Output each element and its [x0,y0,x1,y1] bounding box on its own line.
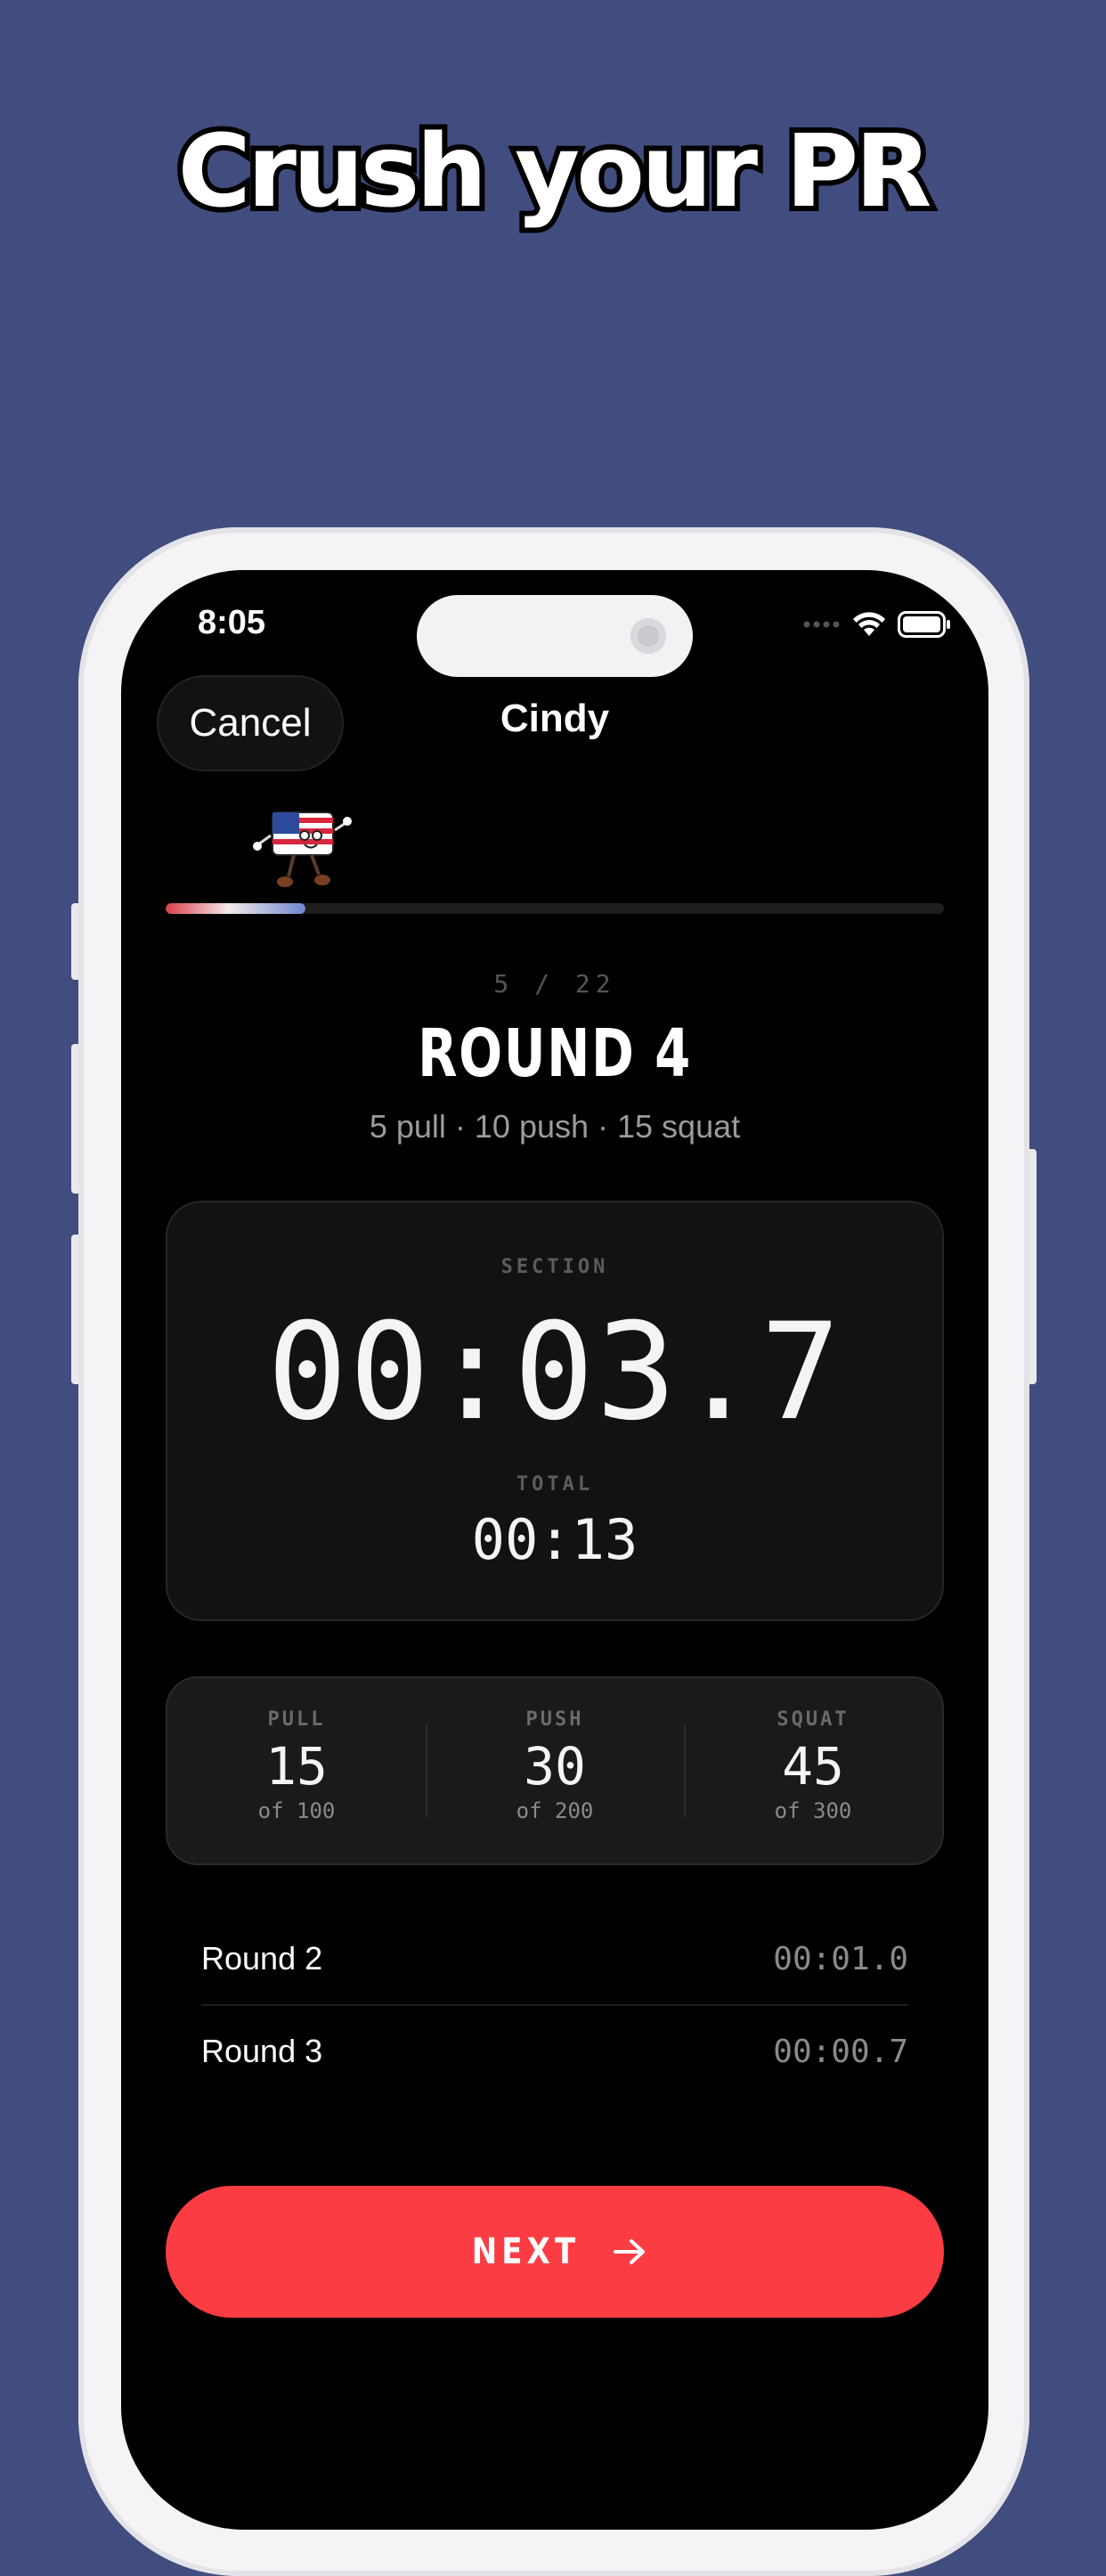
timer-card: SECTION 00:03.7 TOTAL 00:13 [166,1201,944,1621]
round-subtitle: 5 pull · 10 push · 15 squat [369,1108,741,1145]
round-time: 00:01.0 [773,1940,908,1977]
dynamic-island [417,595,693,677]
rep-counter-squat[interactable]: SQUAT 45 of 300 [684,1678,942,1863]
section-label: SECTION [500,1256,609,1278]
cellular-signal-icon [803,621,840,628]
rep-value: 15 [265,1736,328,1797]
next-button-label: NEXT [471,2231,580,2272]
step-counter: 5 / 22 [493,969,616,999]
workout-title: Cindy [500,697,610,740]
camera-icon [630,618,666,654]
status-time: 8:05 [198,604,266,641]
total-label: TOTAL [516,1473,594,1496]
flag-mascot-icon [253,811,352,887]
round-title: ROUND 4 [418,1015,692,1092]
list-item: Round 2 00:01.0 [201,1913,908,2004]
phone-screen: 8:05 Cancel Cindy 5 / 22 ROUND 4 5 pull … [121,570,988,2530]
round-time: 00:00.7 [773,2033,908,2070]
rep-label: PULL [267,1708,326,1731]
status-icons [803,611,951,638]
rep-label: PUSH [525,1708,584,1731]
wifi-icon [853,612,885,636]
rep-counter-pull[interactable]: PULL 15 of 100 [167,1678,426,1863]
headline: Crush your PR [173,109,938,235]
progress-fill [166,903,306,914]
round-name: Round 2 [201,1940,323,1977]
round-history-list: Round 2 00:01.0 Round 3 00:00.7 [201,1913,908,2097]
round-name: Round 3 [201,2033,323,2069]
rep-target: of 100 [257,1798,336,1823]
rep-target: of 200 [516,1798,594,1823]
list-item: Round 3 00:00.7 [201,2004,908,2097]
rep-value: 30 [524,1736,586,1797]
rep-label: SQUAT [777,1708,850,1731]
next-button[interactable]: NEXT [166,2186,944,2318]
total-timer: 00:13 [471,1507,638,1572]
rep-target: of 300 [774,1798,852,1823]
section-timer: 00:03.7 [266,1295,843,1450]
reps-card: PULL 15 of 100 PUSH 30 of 200 SQUAT 45 o… [166,1676,944,1865]
arrow-right-icon [614,2239,646,2264]
battery-icon [898,611,950,638]
rep-value: 45 [782,1736,844,1797]
rep-counter-push[interactable]: PUSH 30 of 200 [426,1678,684,1863]
workout-progress-bar [166,903,944,914]
